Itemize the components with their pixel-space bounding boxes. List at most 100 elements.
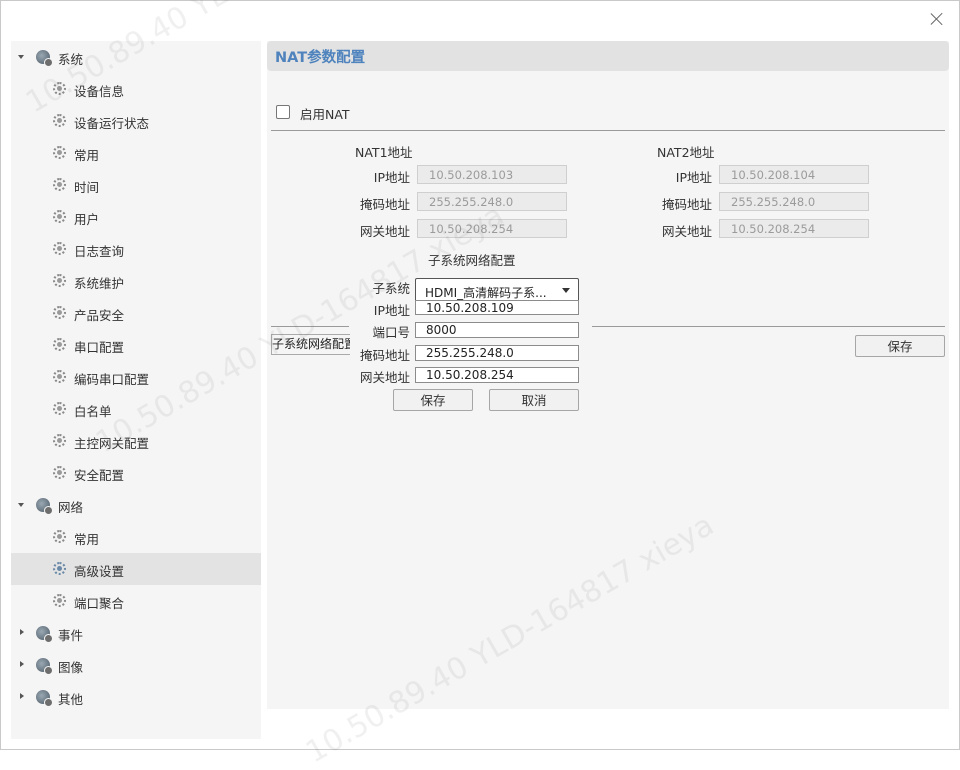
sidebar-item-advanced-settings[interactable]: 高级设置: [11, 553, 261, 585]
chevron-down-icon[interactable]: [18, 55, 24, 59]
globe-gear-icon: [36, 498, 53, 515]
nat2-ip-field[interactable]: 10.50.208.104: [719, 165, 869, 184]
popup-port-input[interactable]: 8000: [415, 322, 579, 338]
divider: [592, 326, 945, 327]
tree-node-label: 网络: [58, 500, 84, 515]
enable-nat-checkbox[interactable]: [276, 105, 290, 119]
chevron-right-icon[interactable]: [20, 661, 24, 667]
sidebar-item-encode-serial-config[interactable]: 编码串口配置: [11, 361, 261, 393]
chevron-right-icon[interactable]: [20, 629, 24, 635]
sidebar-item-user[interactable]: 用户: [11, 201, 261, 233]
nat2-mask-field[interactable]: 255.255.248.0: [719, 192, 869, 211]
gear-icon: [53, 242, 66, 255]
popup-title: 子系统网络配置: [428, 253, 516, 268]
nat2-gateway-field[interactable]: 10.50.208.254: [719, 219, 869, 238]
sidebar-item-label: 安全配置: [74, 468, 125, 483]
sidebar: 系统 设备信息 设备运行状态 常用 时间 用户 日志查询 系统维护 产品安全 串…: [11, 41, 261, 739]
popup-port-label: 端口号: [372, 325, 410, 340]
gear-icon: [53, 530, 66, 543]
caret-down-icon: [562, 288, 570, 293]
sidebar-item-label: 高级设置: [74, 564, 125, 579]
enable-nat-label: 启用NAT: [300, 107, 350, 122]
sidebar-item-label: 编码串口配置: [74, 372, 150, 387]
tab-subsystem-network[interactable]: 子系统网络配置: [271, 334, 350, 355]
tree-node-network[interactable]: 网络: [11, 489, 261, 521]
sidebar-item-device-info[interactable]: 设备信息: [11, 73, 261, 105]
gear-icon: [53, 210, 66, 223]
tree-node-label: 系统: [58, 52, 84, 67]
sidebar-item-label: 设备运行状态: [74, 116, 150, 131]
chevron-down-icon[interactable]: [18, 503, 24, 507]
sidebar-item-label: 白名单: [74, 404, 112, 419]
nat1-mask-label: 掩码地址: [359, 197, 410, 212]
nat1-mask-field[interactable]: 255.255.248.0: [417, 192, 567, 211]
sidebar-item-label: 系统维护: [74, 276, 125, 291]
tree-node-label: 事件: [58, 628, 84, 643]
sidebar-item-network-common[interactable]: 常用: [11, 521, 261, 553]
gear-icon: [53, 370, 66, 383]
sidebar-item-port-aggregation[interactable]: 端口聚合: [11, 585, 261, 617]
chevron-right-icon[interactable]: [20, 693, 24, 699]
popup-save-button[interactable]: 保存: [393, 389, 473, 411]
page-title: NAT参数配置: [275, 50, 366, 66]
gear-icon: [53, 82, 66, 95]
sidebar-item-common[interactable]: 常用: [11, 137, 261, 169]
nat1-gateway-field[interactable]: 10.50.208.254: [417, 219, 567, 238]
globe-gear-icon: [36, 658, 53, 675]
gear-icon: [53, 434, 66, 447]
popup-gateway-input[interactable]: 10.50.208.254: [415, 367, 579, 383]
gear-icon: [53, 594, 66, 607]
sidebar-item-label: 用户: [74, 212, 100, 227]
sidebar-item-product-security[interactable]: 产品安全: [11, 297, 261, 329]
popup-ip-input[interactable]: 10.50.208.109: [415, 300, 579, 315]
page-title-bar: NAT参数配置: [267, 41, 949, 71]
sidebar-item-log-query[interactable]: 日志查询: [11, 233, 261, 265]
nat1-gateway-label: 网关地址: [359, 224, 410, 239]
popup-mask-input[interactable]: 255.255.248.0: [415, 345, 579, 361]
subsystem-select-value: HDMI_高清解码子系...: [425, 286, 547, 300]
divider: [271, 326, 349, 327]
gear-icon: [53, 338, 66, 351]
popup-gateway-label: 网关地址: [359, 370, 410, 385]
gear-icon: [53, 146, 66, 159]
sidebar-item-security-config[interactable]: 安全配置: [11, 457, 261, 489]
gear-icon: [53, 562, 66, 575]
popup-mask-label: 掩码地址: [359, 348, 410, 363]
save-button[interactable]: 保存: [855, 335, 945, 357]
popup-ip-label: IP地址: [373, 303, 410, 318]
close-icon[interactable]: [927, 9, 947, 29]
nat2-ip-label: IP地址: [675, 170, 712, 185]
sidebar-item-system-maintenance[interactable]: 系统维护: [11, 265, 261, 297]
popup-cancel-button[interactable]: 取消: [489, 389, 579, 411]
nat2-mask-label: 掩码地址: [661, 197, 712, 212]
divider: [271, 130, 945, 131]
globe-gear-icon: [36, 626, 53, 643]
gear-icon: [53, 178, 66, 191]
sidebar-item-time[interactable]: 时间: [11, 169, 261, 201]
sidebar-item-device-status[interactable]: 设备运行状态: [11, 105, 261, 137]
gear-icon: [53, 402, 66, 415]
subsystem-label: 子系统: [372, 281, 410, 296]
sidebar-item-serial-config[interactable]: 串口配置: [11, 329, 261, 361]
tree-node-image[interactable]: 图像: [11, 649, 261, 681]
gear-icon: [53, 274, 66, 287]
nat2-heading: NAT2地址: [657, 145, 715, 160]
sidebar-item-label: 端口聚合: [74, 596, 125, 611]
nat1-ip-field[interactable]: 10.50.208.103: [417, 165, 567, 184]
globe-gear-icon: [36, 690, 53, 707]
gear-icon: [53, 114, 66, 127]
nat1-heading: NAT1地址: [355, 145, 413, 160]
sidebar-item-label: 主控网关配置: [74, 436, 150, 451]
sidebar-item-label: 设备信息: [74, 84, 125, 99]
tree-node-other[interactable]: 其他: [11, 681, 261, 713]
tree-node-event[interactable]: 事件: [11, 617, 261, 649]
tree-node-label: 其他: [58, 692, 84, 707]
gear-icon: [53, 466, 66, 479]
nat2-gateway-label: 网关地址: [661, 224, 712, 239]
sidebar-item-whitelist[interactable]: 白名单: [11, 393, 261, 425]
sidebar-item-master-gateway[interactable]: 主控网关配置: [11, 425, 261, 457]
sidebar-item-label: 日志查询: [74, 244, 125, 259]
sidebar-item-label: 串口配置: [74, 340, 125, 355]
tree-node-label: 图像: [58, 660, 84, 675]
tree-node-system[interactable]: 系统: [11, 41, 261, 73]
